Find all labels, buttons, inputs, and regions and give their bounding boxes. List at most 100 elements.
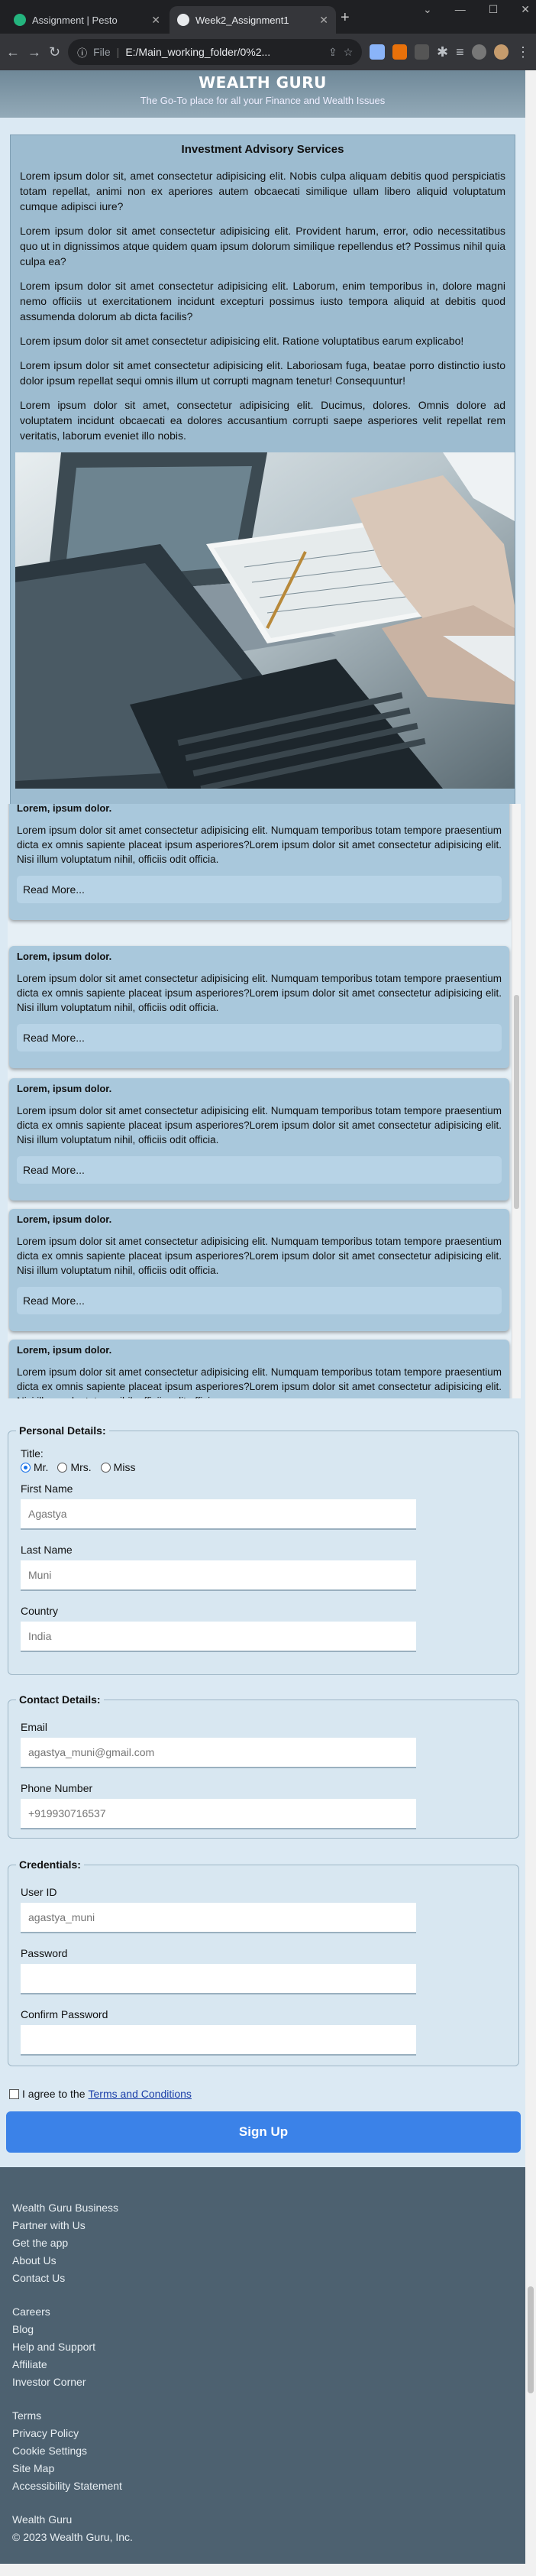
minimize-icon[interactable]: — bbox=[455, 3, 466, 16]
email-label: Email bbox=[21, 1721, 48, 1733]
close-tab-icon[interactable]: ✕ bbox=[319, 14, 328, 27]
read-more-button[interactable]: Read More... bbox=[17, 1024, 502, 1051]
card-title: Lorem, ipsum dolor. bbox=[17, 951, 112, 962]
phone-label: Phone Number bbox=[21, 1782, 93, 1794]
address-text: E:/Main_working_folder/0%2... bbox=[125, 46, 271, 58]
footer-link[interactable]: Affiliate bbox=[12, 2356, 95, 2373]
card-body: Lorem ipsum dolor sit amet consectetur a… bbox=[17, 1366, 502, 1398]
user-id-label: User ID bbox=[21, 1886, 57, 1898]
confirm-password-input[interactable] bbox=[21, 2025, 416, 2056]
card-body: Lorem ipsum dolor sit amet consectetur a… bbox=[17, 1236, 502, 1276]
credentials-fieldset: Credentials: User ID Password Confirm Pa… bbox=[8, 1858, 519, 2066]
terms-checkbox[interactable] bbox=[9, 2088, 19, 2099]
reload-icon[interactable]: ↻ bbox=[49, 44, 60, 60]
footer-link[interactable]: Help and Support bbox=[12, 2338, 95, 2356]
read-more-button[interactable]: Read More... bbox=[17, 1287, 502, 1314]
advisory-paragraph: Lorem ipsum dolor sit amet consectetur a… bbox=[20, 335, 464, 347]
terms-text: I agree to the bbox=[22, 2088, 86, 2100]
advisory-paragraph: Lorem ipsum dolor sit amet consectetur a… bbox=[20, 280, 505, 322]
phone-input[interactable] bbox=[21, 1799, 416, 1829]
advisory-paragraph: Lorem ipsum dolor sit amet, consectetur … bbox=[20, 399, 505, 442]
last-name-label: Last Name bbox=[21, 1544, 73, 1556]
address-prefix: File bbox=[93, 46, 111, 58]
footer-link[interactable]: About Us bbox=[12, 2252, 118, 2270]
advisory-section: Investment Advisory Services Lorem ipsum… bbox=[10, 134, 515, 805]
puzzle-icon[interactable]: ✱ bbox=[437, 44, 448, 60]
tab-week2-assignment[interactable]: Week2_Assignment1 ✕ bbox=[170, 6, 336, 34]
card-title: Lorem, ipsum dolor. bbox=[17, 1083, 112, 1094]
email-input[interactable] bbox=[21, 1738, 416, 1768]
bookmark-star-icon[interactable]: ☆ bbox=[344, 46, 354, 59]
user-id-input[interactable] bbox=[21, 1903, 416, 1933]
personal-details-fieldset: Personal Details: Title: Mr. Mrs. Miss F… bbox=[8, 1424, 519, 1675]
footer-link[interactable]: Terms bbox=[12, 2407, 122, 2425]
footer-link[interactable]: Cookie Settings bbox=[12, 2442, 122, 2460]
card-list-scrollbar[interactable] bbox=[512, 804, 521, 1398]
radio-label: Miss bbox=[113, 1461, 136, 1473]
new-tab-button[interactable]: + bbox=[341, 9, 350, 27]
pesto-favicon-icon bbox=[14, 14, 26, 26]
footer-link[interactable]: Careers bbox=[12, 2303, 95, 2321]
page-scrollbar[interactable] bbox=[525, 70, 536, 2570]
scrollbar-thumb[interactable] bbox=[528, 2286, 534, 2393]
site-header: WEALTH GURU The Go-To place for all your… bbox=[0, 70, 525, 118]
maximize-icon[interactable]: ☐ bbox=[489, 3, 499, 16]
password-label: Password bbox=[21, 1947, 68, 1959]
address-bar[interactable]: ⓘ File | E:/Main_working_folder/0%2... ⇪… bbox=[68, 39, 363, 65]
article-card: Lorem, ipsum dolor. Lorem ipsum dolor si… bbox=[9, 804, 509, 920]
scrollbar-thumb[interactable] bbox=[514, 995, 519, 1209]
radio-label: Mr. bbox=[34, 1461, 49, 1473]
radio-miss[interactable] bbox=[100, 1462, 111, 1473]
read-more-button[interactable]: Read More... bbox=[17, 876, 502, 903]
terms-agreement: I agree to the Terms and Conditions bbox=[9, 2088, 192, 2100]
browser-toolbar: ← → ↻ ⓘ File | E:/Main_working_folder/0%… bbox=[0, 34, 536, 70]
first-name-input[interactable] bbox=[21, 1499, 416, 1530]
horizontal-scrollbar[interactable] bbox=[0, 2564, 536, 2576]
confirm-password-label: Confirm Password bbox=[21, 2008, 108, 2020]
country-label: Country bbox=[21, 1605, 59, 1617]
title-label: Title: bbox=[21, 1447, 44, 1460]
password-input[interactable] bbox=[21, 1964, 416, 1994]
footer-link[interactable]: Partner with Us bbox=[12, 2217, 118, 2234]
terms-link[interactable]: Terms and Conditions bbox=[89, 2088, 192, 2100]
close-icon[interactable]: ✕ bbox=[521, 3, 530, 16]
extension-icon[interactable] bbox=[392, 44, 407, 60]
last-name-input[interactable] bbox=[21, 1560, 416, 1591]
globe-icon bbox=[177, 14, 189, 26]
sidebar-icon[interactable] bbox=[471, 44, 486, 60]
article-card: Lorem, ipsum dolor. Lorem ipsum dolor si… bbox=[9, 1209, 509, 1331]
extension-icon[interactable] bbox=[370, 44, 385, 60]
footer-link[interactable]: Investor Corner bbox=[12, 2373, 95, 2391]
sign-up-button[interactable]: Sign Up bbox=[6, 2111, 521, 2153]
menu-list-icon[interactable]: ≡ bbox=[456, 44, 464, 60]
extension-icon[interactable] bbox=[414, 44, 429, 60]
country-input[interactable] bbox=[21, 1622, 416, 1652]
card-body: Lorem ipsum dolor sit amet consectetur a… bbox=[17, 825, 502, 865]
credentials-legend: Credentials: bbox=[19, 1858, 81, 1871]
footer-brand: Wealth Guru bbox=[12, 2513, 73, 2526]
kebab-menu-icon[interactable]: ⋮ bbox=[516, 44, 530, 60]
share-icon[interactable]: ⇪ bbox=[328, 46, 337, 59]
avatar[interactable] bbox=[493, 44, 509, 60]
footer-link[interactable]: Contact Us bbox=[12, 2270, 118, 2287]
read-more-button[interactable]: Read More... bbox=[17, 1156, 502, 1184]
forward-icon[interactable]: → bbox=[27, 44, 41, 60]
close-tab-icon[interactable]: ✕ bbox=[151, 14, 160, 27]
footer-link[interactable]: Blog bbox=[12, 2321, 95, 2338]
radio-mrs[interactable] bbox=[57, 1462, 68, 1473]
radio-mr[interactable] bbox=[21, 1462, 31, 1473]
back-icon[interactable]: ← bbox=[6, 44, 20, 60]
footer-copyright: © 2023 Wealth Guru, Inc. bbox=[12, 2531, 133, 2543]
footer-link[interactable]: Privacy Policy bbox=[12, 2425, 122, 2442]
footer-link[interactable]: Wealth Guru Business bbox=[12, 2199, 118, 2217]
footer-link[interactable]: Site Map bbox=[12, 2460, 122, 2477]
tab-assignment-pesto[interactable]: Assignment | Pesto ✕ bbox=[6, 6, 168, 34]
footer-link[interactable]: Accessibility Statement bbox=[12, 2477, 122, 2495]
article-card-list[interactable]: Lorem, ipsum dolor. Lorem ipsum dolor si… bbox=[8, 804, 517, 1398]
radio-label: Mrs. bbox=[70, 1461, 92, 1473]
footer-link[interactable]: Get the app bbox=[12, 2234, 118, 2252]
chevron-down-icon[interactable]: ⌄ bbox=[423, 3, 432, 16]
contact-details-legend: Contact Details: bbox=[19, 1693, 101, 1706]
article-card: Lorem, ipsum dolor. Lorem ipsum dolor si… bbox=[9, 946, 509, 1068]
advisory-paragraph: Lorem ipsum dolor sit amet consectetur a… bbox=[20, 359, 505, 387]
